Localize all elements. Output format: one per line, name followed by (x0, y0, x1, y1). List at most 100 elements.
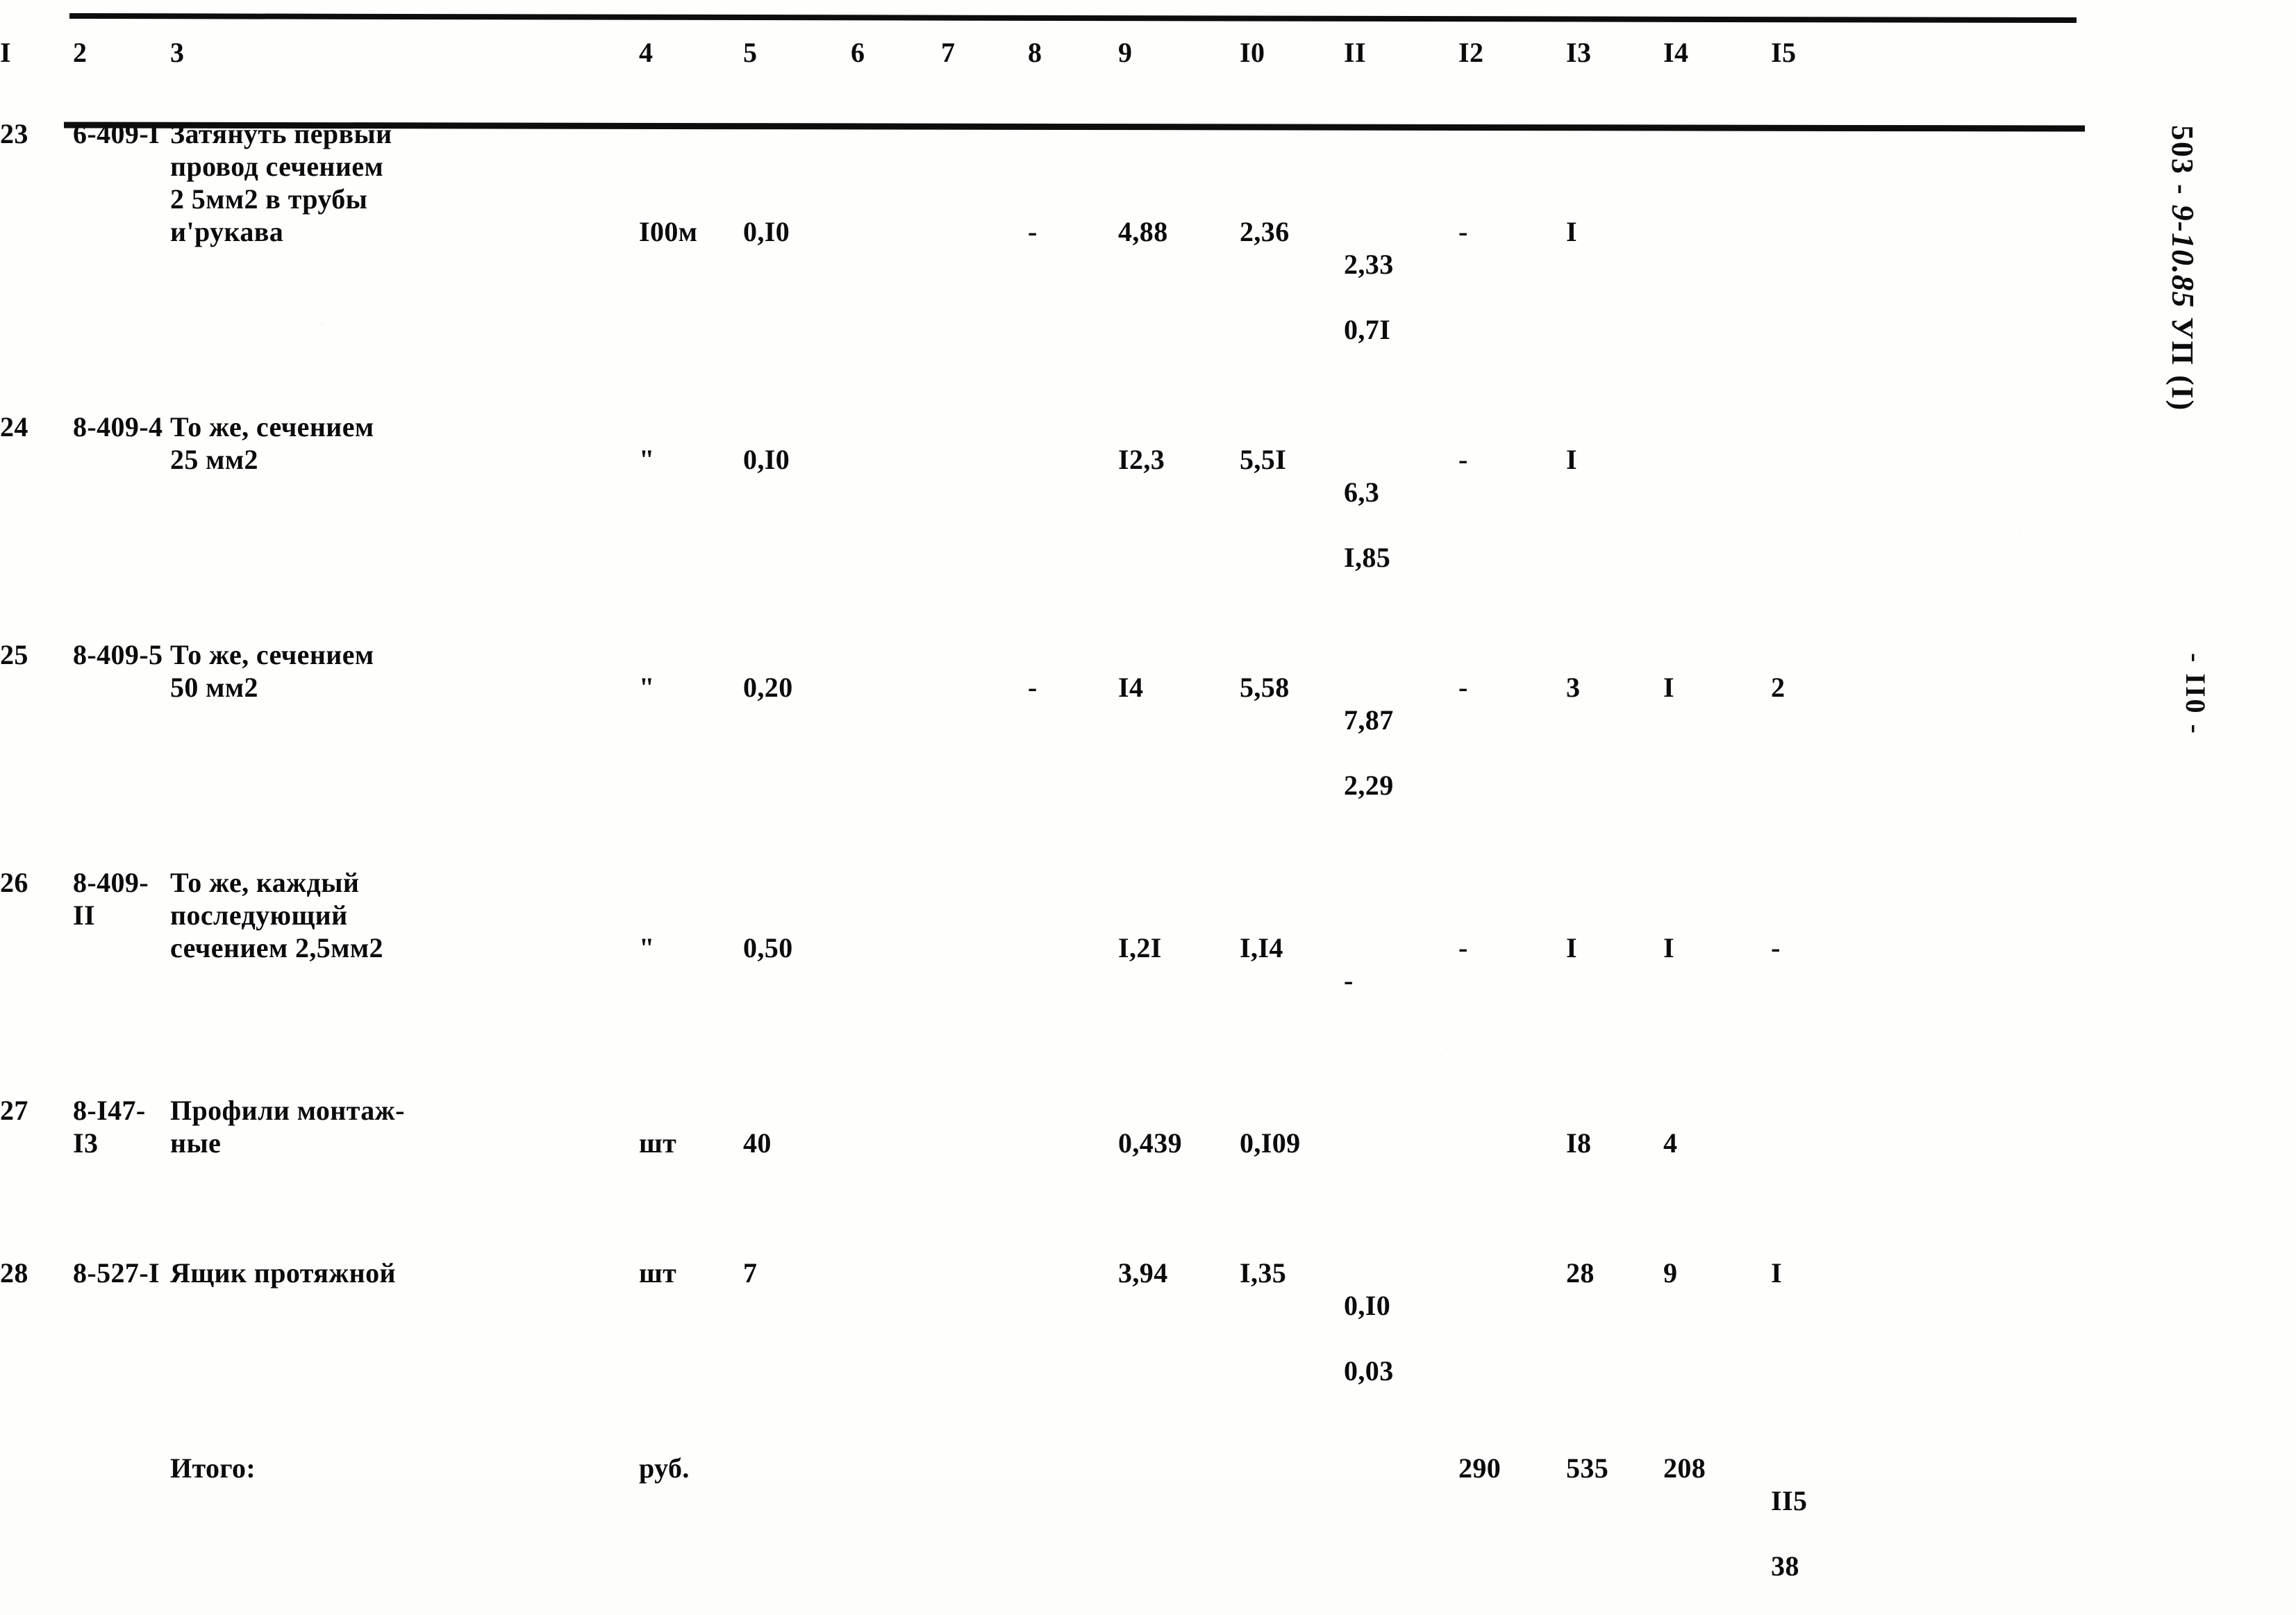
column-header-15: I5 (1771, 37, 1797, 68)
spacer-cell (0, 0, 2296, 36)
row-col7 (941, 638, 1028, 834)
table-row: 23 6-409-I Затянуть первый провод сечени… (0, 117, 2296, 379)
row-col12: - (1458, 216, 1468, 247)
row-col9: 3,94 (1118, 1257, 1168, 1289)
row-col11: 6,3 I,85 (1344, 411, 1458, 606)
total-label: Итого: (170, 1452, 256, 1484)
margin-code-suffix: УП (I) (2165, 308, 2199, 412)
row-col11-top: 2,33 (1344, 249, 1394, 280)
row-col11-top: 7,87 (1344, 704, 1394, 736)
row-col12: - (1458, 932, 1468, 963)
estimate-table: I 2 3 4 5 6 7 8 9 I0 II I2 I3 I4 I5 23 6… (0, 0, 2296, 1615)
row-position: 23 (0, 118, 28, 149)
row-col8 (1028, 1257, 1118, 1420)
row-quantity: 40 (743, 1127, 772, 1159)
row-unit: " (639, 444, 655, 475)
row-code: 8-I47-I3 (73, 1095, 146, 1159)
row-col11-bottom: I,85 (1344, 542, 1391, 573)
row-col15 (1771, 117, 1882, 379)
row-col11-bottom: 2,29 (1344, 770, 1394, 801)
row-tail (1882, 411, 2296, 606)
row-unit: " (639, 932, 655, 963)
row-col13: I8 (1566, 1127, 1592, 1159)
row-code: 8-409-4 (73, 411, 163, 442)
total-blank-8 (1028, 1452, 1118, 1615)
row-tail (1882, 117, 2296, 379)
row-col6 (851, 117, 941, 379)
total-blank-code (73, 1452, 170, 1615)
row-col6 (851, 866, 941, 1062)
row-gap (0, 1225, 2296, 1257)
row-quantity: 0,20 (743, 672, 793, 703)
row-col13: I (1566, 932, 1577, 963)
row-quantity: 0,I0 (743, 216, 790, 247)
row-col11-top: 0,I0 (1344, 1290, 1391, 1321)
row-description: Профили монтаж- ные (170, 1095, 405, 1159)
row-unit: шт (639, 1257, 677, 1289)
row-gap (0, 1062, 2296, 1094)
total-blank-9 (1118, 1452, 1240, 1615)
column-header-row: I 2 3 4 5 6 7 8 9 I0 II I2 I3 I4 I5 (0, 36, 2296, 69)
row-col9: I,2I (1118, 932, 1162, 963)
spacer-cell (0, 1420, 2296, 1452)
row-col14 (1663, 411, 1771, 606)
column-header-spacer (306, 36, 639, 69)
row-position: 26 (0, 867, 28, 898)
row-col12: - (1458, 672, 1468, 703)
column-header-10: I0 (1240, 37, 1265, 68)
column-header-7: 7 (941, 37, 956, 68)
row-col8: - (1028, 216, 1038, 247)
row-gap (0, 1420, 2296, 1452)
row-gap (0, 379, 2296, 411)
margin-code-italic: 9-10.85 (2165, 204, 2201, 308)
total-unit: руб. (639, 1452, 690, 1484)
row-col13: 28 (1566, 1257, 1595, 1289)
table-row: 26 8-409-II То же, каждый последующий се… (0, 866, 2296, 1062)
row-col15: 2 (1771, 672, 1786, 703)
row-col9: 4,88 (1118, 216, 1168, 247)
row-description: Ящик протяжной (170, 1257, 396, 1289)
column-header-13: I3 (1566, 37, 1592, 68)
row-col8 (1028, 411, 1118, 606)
row-gap (0, 606, 2296, 638)
row-col14: 4 (1663, 1127, 1678, 1159)
row-col15 (1771, 411, 1882, 606)
row-col11: 7,87 2,29 (1344, 638, 1458, 834)
total-col13: 535 (1566, 1452, 1609, 1484)
column-header-3: 3 (170, 37, 185, 68)
total-blank-6 (851, 1452, 941, 1615)
row-col11 (1344, 1094, 1458, 1225)
row-col11-top: 6,3 (1344, 477, 1380, 508)
row-col10: 2,36 (1240, 216, 1290, 247)
row-unit: шт (639, 1127, 677, 1159)
row-col11: 0,I0 0,03 (1344, 1257, 1458, 1420)
row-col11: 2,33 0,7I (1344, 117, 1458, 379)
total-blank-position (0, 1452, 73, 1615)
spacer-cell (0, 606, 2296, 638)
row-col7 (941, 117, 1028, 379)
row-position: 28 (0, 1257, 28, 1289)
row-col13: I (1566, 216, 1577, 247)
row-col9: 0,439 (1118, 1127, 1182, 1159)
column-header-5: 5 (743, 37, 758, 68)
row-col11-top: - (1344, 965, 1354, 996)
total-blank-7 (941, 1452, 1028, 1615)
row-col15: - (1771, 932, 1781, 963)
row-gap (0, 834, 2296, 866)
row-description: То же, сечением 50 мм2 (170, 639, 374, 703)
row-col10: I,I4 (1240, 932, 1283, 963)
row-code: 8-409-5 (73, 639, 163, 670)
column-header-9: 9 (1118, 37, 1133, 68)
total-col15: II5 38 (1771, 1452, 1882, 1615)
total-col12: 290 (1458, 1452, 1501, 1484)
row-description: То же, каждый последующий сечением 2,5мм… (170, 867, 383, 963)
row-col10: 5,58 (1240, 672, 1290, 703)
row-col7 (941, 411, 1028, 606)
row-description: Затянуть первый провод сечением 2 5мм2 в… (170, 118, 392, 247)
column-header-11: II (1344, 37, 1366, 68)
column-header-tail (1882, 36, 2296, 69)
row-col8: - (1028, 672, 1038, 703)
column-header-6: 6 (851, 37, 865, 68)
table-row: 25 8-409-5 То же, сечением 50 мм2 " 0,20… (0, 638, 2296, 834)
row-col11-bottom: 0,03 (1344, 1355, 1394, 1386)
